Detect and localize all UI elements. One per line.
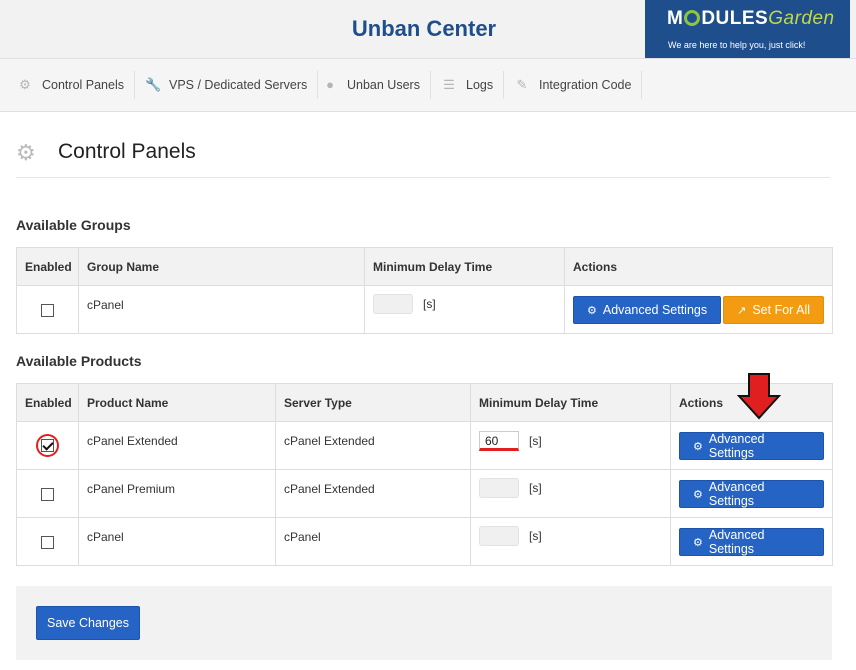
delay-unit: [s] xyxy=(529,481,542,495)
group-name: cPanel xyxy=(78,285,365,334)
nav-item-label: Control Panels xyxy=(42,78,124,92)
enabled-cell xyxy=(16,285,79,334)
advanced-settings-button[interactable]: ⚙ Advanced Settings xyxy=(679,528,824,556)
form-footer: Save Changes xyxy=(16,586,832,660)
enabled-cell xyxy=(16,469,79,518)
table-row: cPanel cPanel [s] ⚙ Advanced Settings xyxy=(16,517,833,566)
delay-unit: [s] xyxy=(529,434,542,448)
enabled-checkbox[interactable] xyxy=(41,535,54,549)
nav-item-label: Integration Code xyxy=(539,78,632,92)
column-header: Minimum Delay Time xyxy=(364,247,565,286)
enabled-checkbox[interactable] xyxy=(41,439,54,452)
actions-cell: ⚙ Advanced Settings xyxy=(670,421,833,470)
advanced-settings-button[interactable]: ⚙ Advanced Settings xyxy=(679,432,824,460)
product-name: cPanel xyxy=(78,517,276,566)
delay-unit: [s] xyxy=(423,297,436,311)
page-header: ⚙ Control Panels xyxy=(16,140,830,178)
enabled-checkbox[interactable] xyxy=(41,487,54,501)
server-type: cPanel Extended xyxy=(275,469,471,518)
logo-brand: M DULESGarden xyxy=(667,8,835,29)
gears-icon: ⚙ xyxy=(693,440,703,453)
nav-item-control-panels[interactable]: ⚙ Control Panels xyxy=(18,71,135,99)
user-icon: ● xyxy=(326,77,334,92)
groups-table: Enabled Group Name Minimum Delay Time Ac… xyxy=(16,247,833,334)
column-header: Minimum Delay Time xyxy=(470,383,671,422)
delay-cell: [s] xyxy=(470,469,671,518)
gear-icon: ⚙ xyxy=(19,77,31,92)
product-name: cPanel Premium xyxy=(78,469,276,518)
delay-cell: [s] xyxy=(470,517,671,566)
delay-input[interactable] xyxy=(479,526,519,546)
table-row: cPanel [s] ⚙ Advanced Settings ↗ Set For Al… xyxy=(16,285,833,334)
gear-icon: ⚙ xyxy=(16,140,36,165)
column-header: Server Type xyxy=(275,383,471,422)
set-for-all-button[interactable]: ↗ Set For All xyxy=(723,296,825,324)
highlight-circle xyxy=(36,434,59,457)
nav-item-logs[interactable]: ☰ Logs xyxy=(442,71,505,99)
advanced-settings-button[interactable]: ⚙ Advanced Settings xyxy=(679,480,824,508)
annotation-arrow-icon xyxy=(737,373,781,420)
column-header: Enabled xyxy=(16,383,79,422)
column-header: Group Name xyxy=(78,247,365,286)
list-icon: ☰ xyxy=(443,77,455,92)
table-row: cPanel Extended cPanel Extended 60 [s] ⚙ A… xyxy=(16,421,833,470)
products-section-title: Available Products xyxy=(16,353,142,369)
column-header: Actions xyxy=(564,247,833,286)
products-table: Enabled Product Name Server Type Minimum… xyxy=(16,383,833,566)
table-header-row: Enabled Product Name Server Type Minimum… xyxy=(16,383,833,422)
server-type: cPanel Extended xyxy=(275,421,471,470)
pencil-icon: ✎ xyxy=(516,77,528,92)
gears-icon: ⚙ xyxy=(693,488,703,501)
delay-input[interactable] xyxy=(373,294,413,314)
nav-item-vps-dedicated[interactable]: 🔧 VPS / Dedicated Servers xyxy=(145,71,319,99)
wrench-icon: 🔧 xyxy=(145,77,162,92)
product-name: cPanel Extended xyxy=(78,421,276,470)
actions-cell: ⚙ Advanced Settings xyxy=(670,517,833,566)
delay-cell: [s] xyxy=(364,285,565,334)
share-icon: ↗ xyxy=(737,304,747,317)
save-changes-button[interactable]: Save Changes xyxy=(36,606,141,640)
page-title: Control Panels xyxy=(58,140,196,163)
server-type: cPanel xyxy=(275,517,471,566)
delay-unit: [s] xyxy=(529,529,542,543)
groups-section-title: Available Groups xyxy=(16,217,131,233)
table-row: cPanel Premium cPanel Extended [s] ⚙ Adva… xyxy=(16,469,833,518)
actions-cell: ⚙ Advanced Settings ↗ Set For All xyxy=(564,285,833,334)
logo-tagline: We are here to help you, just click! xyxy=(668,40,806,50)
top-navigation: ⚙ Control Panels 🔧 VPS / Dedicated Serve… xyxy=(0,58,856,112)
enabled-cell xyxy=(16,517,79,566)
nav-item-integration-code[interactable]: ✎ Integration Code xyxy=(515,71,643,99)
delay-cell: 60 [s] xyxy=(470,421,671,470)
enabled-cell xyxy=(16,421,79,470)
enabled-checkbox[interactable] xyxy=(41,303,54,317)
gears-icon: ⚙ xyxy=(587,304,597,317)
gears-icon: ⚙ xyxy=(693,536,703,549)
nav-item-label: Unban Users xyxy=(347,78,420,92)
column-header: Product Name xyxy=(78,383,276,422)
column-header: Enabled xyxy=(16,247,79,286)
table-header-row: Enabled Group Name Minimum Delay Time Ac… xyxy=(16,247,833,286)
header: Unban Center M DULESGarden We are here to… xyxy=(0,0,856,58)
advanced-settings-button[interactable]: ⚙ Advanced Settings xyxy=(573,296,722,324)
nav-item-label: Logs xyxy=(466,78,494,92)
delay-input[interactable]: 60 xyxy=(479,431,519,451)
actions-cell: ⚙ Advanced Settings xyxy=(670,469,833,518)
nav-item-label: VPS / Dedicated Servers xyxy=(169,78,308,92)
nav-item-unban-users[interactable]: ● Unban Users xyxy=(323,71,431,99)
delay-input[interactable] xyxy=(479,478,519,498)
modulesgarden-logo[interactable]: M DULESGarden We are here to help you, ju… xyxy=(645,0,850,58)
